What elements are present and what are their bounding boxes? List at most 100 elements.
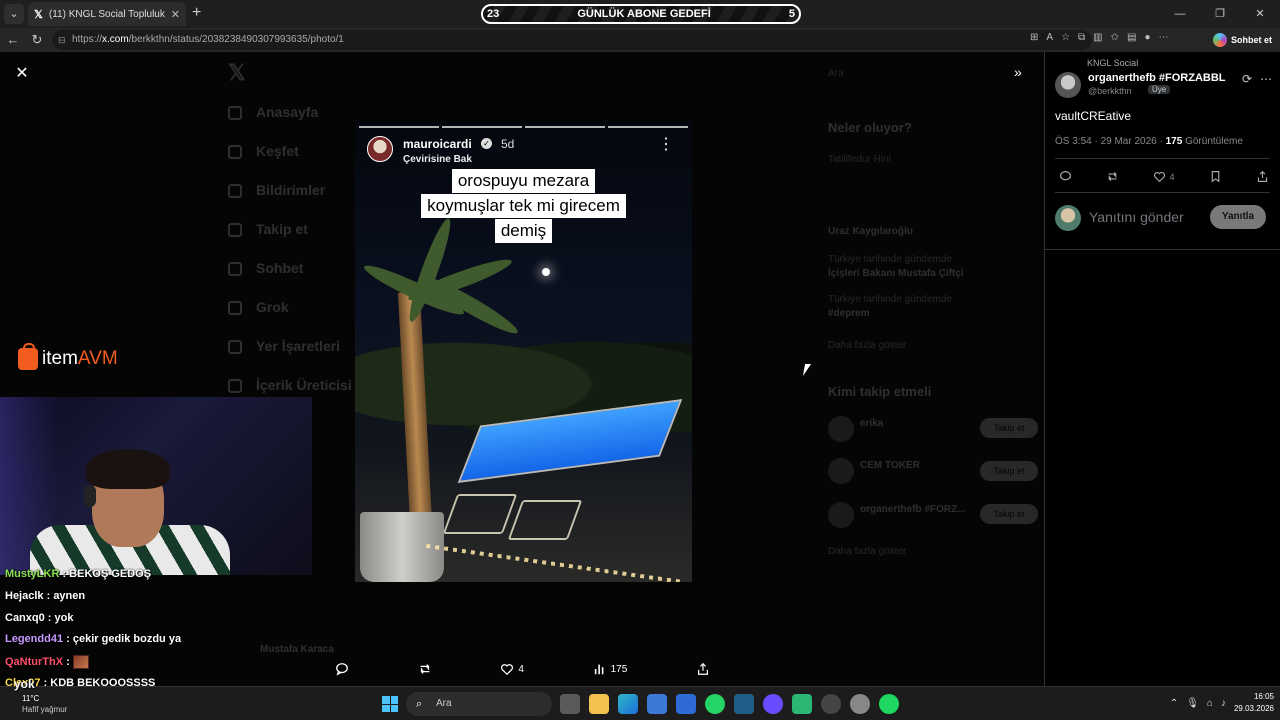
itemavm-logo: itemAVM: [18, 343, 118, 370]
steam-icon[interactable]: [734, 694, 754, 714]
chat-user: Canxq0: [5, 611, 45, 624]
close-media-icon[interactable]: ✕: [12, 64, 32, 84]
weather-widget[interactable]: 11°C Hafif yağmur: [22, 693, 67, 715]
system-clock[interactable]: 16:05 29.03.2026: [1234, 691, 1274, 715]
views-chart-icon: [594, 664, 604, 675]
chat-emote-icon: [72, 655, 89, 670]
story-image[interactable]: mauroicardi ✓ 5d Çevirisine Bak ⋮ orospu…: [355, 122, 692, 582]
discord-icon[interactable]: [763, 694, 783, 714]
microphone-icon[interactable]: 🎙: [1186, 698, 1199, 709]
back-icon[interactable]: ←: [4, 31, 22, 49]
favorite-star-icon[interactable]: ☆: [1061, 32, 1070, 43]
share-button[interactable]: [696, 662, 710, 676]
headset-icon: [84, 485, 96, 507]
store-icon[interactable]: [647, 694, 667, 714]
divider: [1055, 158, 1270, 159]
mail-icon[interactable]: [676, 694, 696, 714]
new-tab-button[interactable]: +: [192, 4, 201, 22]
url-path: /berkkthn/status/2038238490307993635/pho…: [128, 34, 344, 45]
taskbar-search[interactable]: ⌕ Ara: [406, 692, 552, 716]
url-host: x.com: [102, 34, 129, 45]
profile-icon[interactable]: ●: [1144, 32, 1150, 43]
bg-search-placeholder: Ara: [828, 68, 844, 79]
file-explorer-icon[interactable]: [589, 694, 609, 714]
itemavm-brand-item: item: [42, 348, 78, 369]
split-screen-icon[interactable]: ▥: [1093, 32, 1102, 43]
restore-icon[interactable]: ❐: [1200, 0, 1240, 28]
nav-chat: Sohbet: [256, 260, 304, 276]
divider: [1045, 249, 1280, 250]
divider: [1055, 192, 1270, 193]
kick-icon[interactable]: [792, 694, 812, 714]
story-caption: orospuyu mezara koymuşlar tek mi girecem…: [355, 168, 692, 243]
more-options-icon[interactable]: ⋯: [1260, 72, 1272, 86]
windows-start-icon[interactable]: [382, 696, 398, 712]
collapse-panel-icon[interactable]: »: [1014, 64, 1022, 80]
browser-tab-bar: ⌄ 𝕏 (11) KNGL Social Topluluk / X ✕ + 23…: [0, 0, 1280, 28]
close-window-icon[interactable]: ✕: [1240, 0, 1280, 28]
goal-current: 23: [487, 8, 500, 20]
chat-message: aynen: [53, 589, 86, 602]
like-button[interactable]: 4: [500, 662, 524, 676]
story-moon: [542, 268, 550, 276]
whatsapp-icon[interactable]: [705, 694, 725, 714]
post-like-button[interactable]: 4: [1153, 170, 1174, 183]
url-field[interactable]: ⊟ https://x.com/berkkthn/status/20382384…: [52, 30, 1092, 50]
network-icon[interactable]: ⌂: [1207, 698, 1213, 709]
reload-icon[interactable]: ↻: [28, 31, 46, 49]
author-display-name[interactable]: organerthefb #FORZABBL: [1088, 72, 1226, 84]
goal-title: GÜNLÜK ABONE GEDEFİ: [577, 8, 711, 20]
search-icon: ⌕: [416, 698, 423, 710]
views-button[interactable]: 175: [593, 662, 627, 676]
app-available-icon[interactable]: ⊞: [1030, 32, 1038, 43]
post-actions: 4: [1059, 170, 1269, 183]
clock-time: 16:05: [1253, 692, 1274, 701]
chat-line: QaNturThX :: [5, 655, 325, 677]
trend-topic-1: Uraz Kaygılaroğlu: [828, 226, 914, 237]
browser-tab[interactable]: 𝕏 (11) KNGL Social Topluluk / X ✕: [28, 2, 186, 26]
repost-button[interactable]: [418, 662, 432, 676]
x-logo-icon: 𝕏: [34, 8, 43, 21]
spotify-icon[interactable]: [879, 694, 899, 714]
trend-topic-2: İçişleri Bakanı Mustafa Çiftçi: [828, 268, 964, 279]
chevron-up-icon[interactable]: ⌃: [1170, 698, 1178, 709]
site-info-icon[interactable]: ⊟: [58, 30, 66, 50]
task-view-icon[interactable]: [560, 694, 580, 714]
post-reply-button[interactable]: [1059, 170, 1072, 183]
settings-icon[interactable]: [850, 694, 870, 714]
tab-title: (11) KNGL Social Topluluk / X: [48, 8, 165, 20]
grok-analyze-icon[interactable]: ⟳: [1242, 72, 1252, 86]
reply-input[interactable]: Yanıtını gönder: [1089, 209, 1184, 225]
favorites-icon[interactable]: ✩: [1111, 32, 1119, 43]
story-avatar: [367, 136, 393, 162]
collections-icon[interactable]: ▤: [1127, 32, 1136, 43]
chat-user: QaNturThX: [5, 656, 64, 669]
author-avatar[interactable]: [1055, 72, 1081, 98]
who-to-follow-title: Kimi takip etmeli: [828, 384, 932, 399]
reply-submit-button[interactable]: Yanıtla: [1210, 205, 1266, 229]
author-handle[interactable]: @berkkthn: [1088, 86, 1132, 96]
media-action-bar: 4 175: [335, 660, 710, 678]
community-label: KNGL Social: [1087, 58, 1139, 68]
close-tab-icon[interactable]: ✕: [171, 8, 180, 21]
story-age: 5d: [501, 137, 515, 151]
read-aloud-icon[interactable]: A: [1046, 32, 1053, 43]
volume-icon[interactable]: ♪: [1221, 698, 1226, 709]
settings-more-icon[interactable]: ⋯: [1159, 32, 1169, 43]
reply-button[interactable]: [335, 662, 349, 676]
post-bookmark-button[interactable]: [1209, 170, 1222, 183]
copilot-button[interactable]: Sohbet et: [1212, 31, 1272, 49]
minimize-icon[interactable]: —: [1160, 0, 1200, 28]
repost-icon: [420, 664, 430, 674]
notifications-icon: [228, 184, 242, 198]
edge-browser-icon[interactable]: [618, 694, 638, 714]
extensions-icon[interactable]: ⧉: [1078, 32, 1085, 43]
tab-actions-menu[interactable]: ⌄: [4, 4, 24, 24]
obs-icon[interactable]: [821, 694, 841, 714]
post-share-button[interactable]: [1256, 170, 1269, 183]
story-username: mauroicardi: [403, 137, 472, 151]
post-repost-button[interactable]: [1106, 170, 1119, 183]
member-badge: Üye: [1148, 85, 1171, 94]
explore-icon: [228, 145, 242, 159]
shopping-bag-icon: [18, 343, 38, 370]
